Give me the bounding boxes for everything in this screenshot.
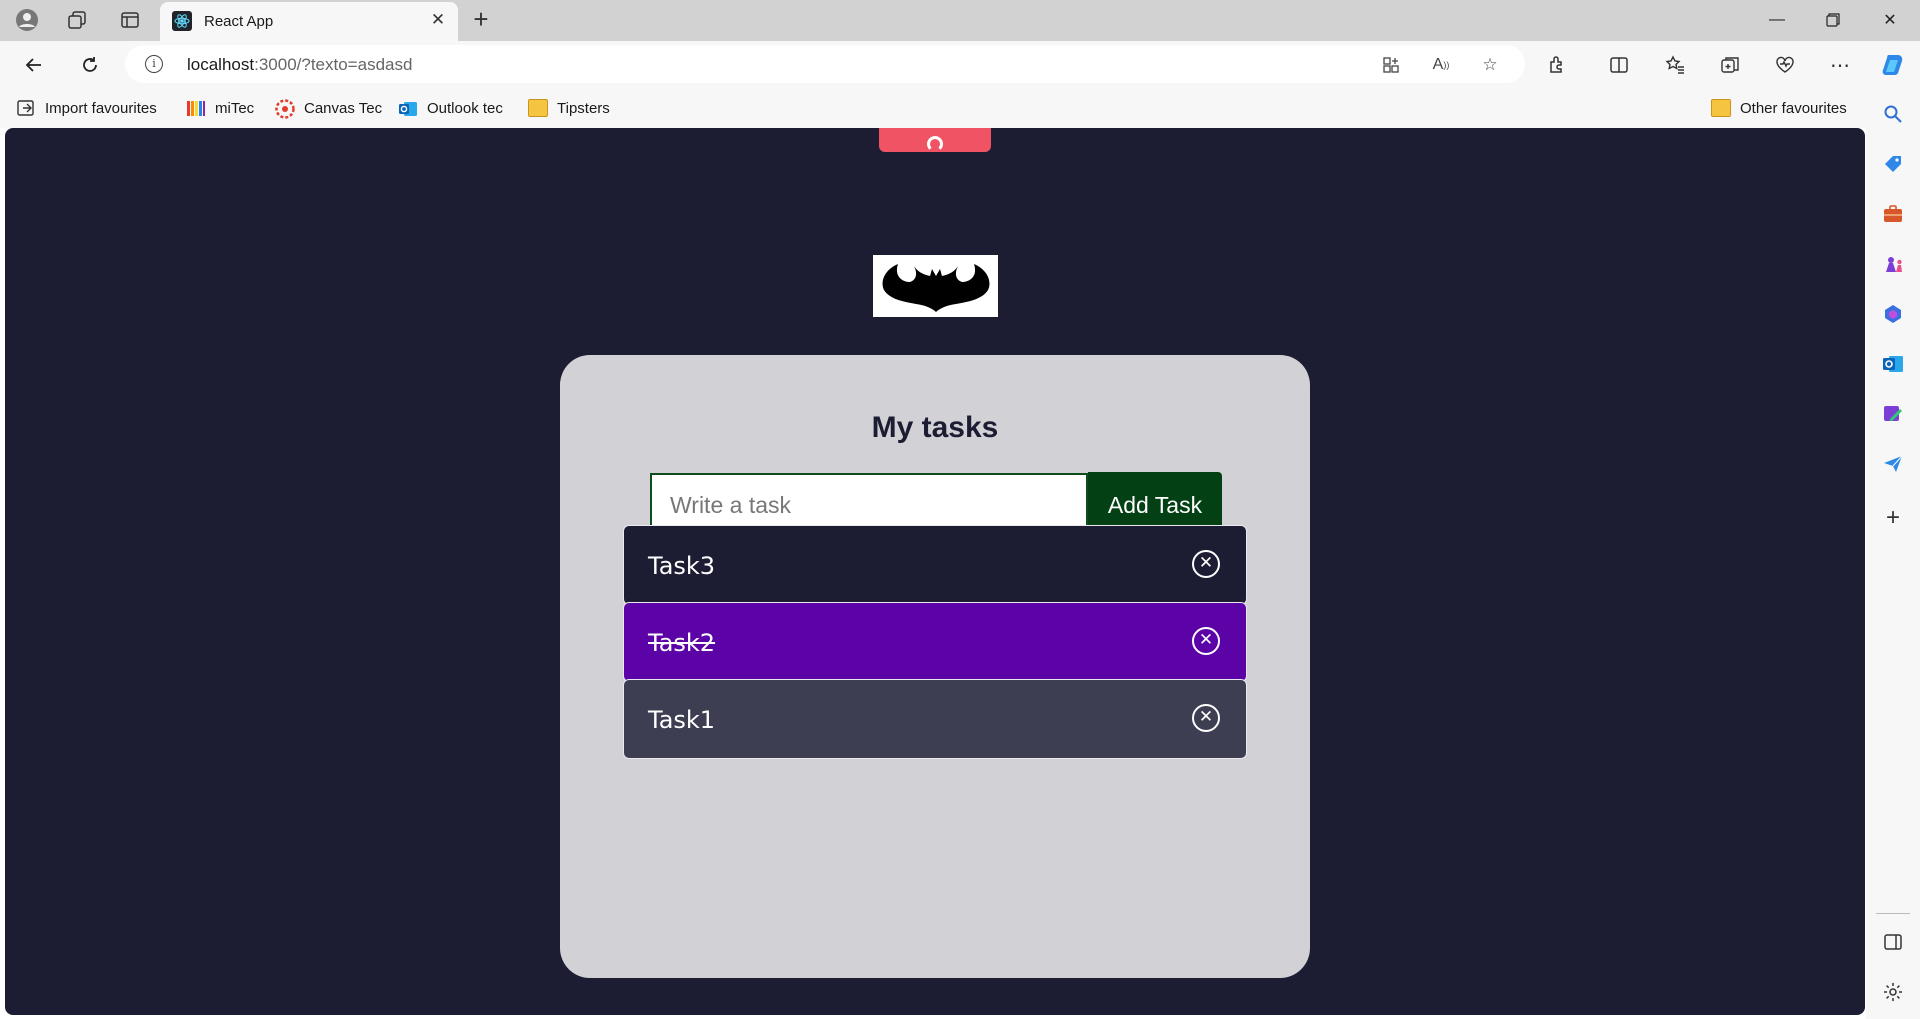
task-item[interactable]: Task1 ✕ [623, 679, 1247, 759]
app-available-icon[interactable] [1379, 53, 1403, 77]
edge-sidebar: + [1866, 88, 1920, 1019]
fav-mitec[interactable]: miTec [186, 97, 254, 119]
title-bar: React App ✕ + — ✕ [0, 0, 1920, 41]
react-icon [172, 11, 192, 31]
page-title: My tasks [871, 411, 999, 444]
task-item[interactable]: Task2 ✕ [623, 602, 1247, 682]
task-text[interactable]: Task1 [648, 706, 715, 734]
fav-import-favourites[interactable]: Import favourites [16, 97, 157, 119]
tools-icon[interactable] [1881, 202, 1905, 226]
more-options-icon[interactable]: ⋯ [1826, 51, 1854, 79]
hide-sidebar-icon[interactable] [1881, 930, 1905, 954]
page-viewport: My tasks Add Task Task3 ✕ Task2 ✕ Task1 … [5, 128, 1865, 1015]
sidebar-divider [1876, 913, 1910, 914]
delete-task-icon[interactable]: ✕ [1192, 627, 1220, 655]
canvas-icon [275, 99, 295, 119]
task-text[interactable]: Task2 [648, 629, 715, 657]
url-text[interactable]: localhost:3000/?texto=asdasd [187, 55, 412, 75]
browser-tab[interactable]: React App ✕ [160, 2, 458, 41]
folder-icon [1711, 99, 1731, 117]
settings-gear-icon[interactable] [1881, 980, 1905, 1004]
split-screen-icon[interactable] [1605, 51, 1633, 79]
address-bar[interactable]: i localhost:3000/?texto=asdasd A)) ☆ [125, 45, 1525, 83]
outlook-sidebar-icon[interactable] [1881, 352, 1905, 376]
fav-tipsters[interactable]: Tipsters [528, 97, 610, 119]
tab-title: React App [204, 13, 274, 30]
vertical-tabs-icon[interactable] [117, 7, 143, 33]
delete-task-icon[interactable]: ✕ [1192, 550, 1220, 578]
fav-other-favourites[interactable]: Other favourites [1711, 97, 1847, 119]
search-icon[interactable] [1881, 102, 1905, 126]
task-item[interactable]: Task3 ✕ [623, 525, 1247, 605]
extension-pull-tab[interactable] [879, 128, 991, 152]
tasks-card: My tasks Add Task Task3 ✕ Task2 ✕ Task1 … [560, 355, 1310, 978]
restore-button[interactable] [1805, 0, 1861, 40]
fav-canvas-tec[interactable]: Canvas Tec [275, 97, 382, 119]
profile-icon[interactable] [14, 7, 40, 33]
outlook-icon [398, 99, 418, 117]
mitec-icon [186, 99, 206, 117]
microsoft365-icon[interactable] [1881, 302, 1905, 326]
favourites-icon[interactable] [1661, 51, 1689, 79]
delete-task-icon[interactable]: ✕ [1192, 704, 1220, 732]
favourites-bar: Import favourites miTec Canvas Tec Outlo… [0, 88, 1920, 128]
minimize-button[interactable]: — [1749, 0, 1805, 40]
collections-icon[interactable] [1716, 51, 1744, 79]
workspaces-icon[interactable] [64, 7, 90, 33]
tab-close-icon[interactable]: ✕ [428, 10, 448, 30]
send-icon[interactable] [1881, 452, 1905, 476]
extensions-icon[interactable] [1543, 51, 1571, 79]
browser-essentials-icon[interactable] [1771, 51, 1799, 79]
games-icon[interactable] [1881, 252, 1905, 276]
import-icon [16, 99, 36, 117]
site-info-icon[interactable]: i [145, 55, 163, 73]
new-tab-button[interactable]: + [467, 6, 495, 34]
reload-button[interactable] [74, 49, 106, 81]
shopping-icon[interactable] [1881, 152, 1905, 176]
tab-arc-icon [927, 136, 943, 152]
close-window-button[interactable]: ✕ [1862, 0, 1918, 40]
batman-logo [873, 255, 998, 317]
favourite-star-icon[interactable]: ☆ [1478, 53, 1502, 77]
drop-icon[interactable] [1881, 402, 1905, 426]
task-text[interactable]: Task3 [648, 552, 715, 580]
read-aloud-icon[interactable]: A)) [1429, 53, 1453, 77]
copilot-icon[interactable] [1879, 51, 1907, 79]
back-button[interactable] [18, 49, 50, 81]
fav-outlook-tec[interactable]: Outlook tec [398, 97, 503, 119]
add-sidebar-app-icon[interactable]: + [1881, 504, 1905, 531]
folder-icon [528, 99, 548, 117]
browser-toolbar: i localhost:3000/?texto=asdasd A)) ☆ ⋯ [0, 41, 1920, 88]
